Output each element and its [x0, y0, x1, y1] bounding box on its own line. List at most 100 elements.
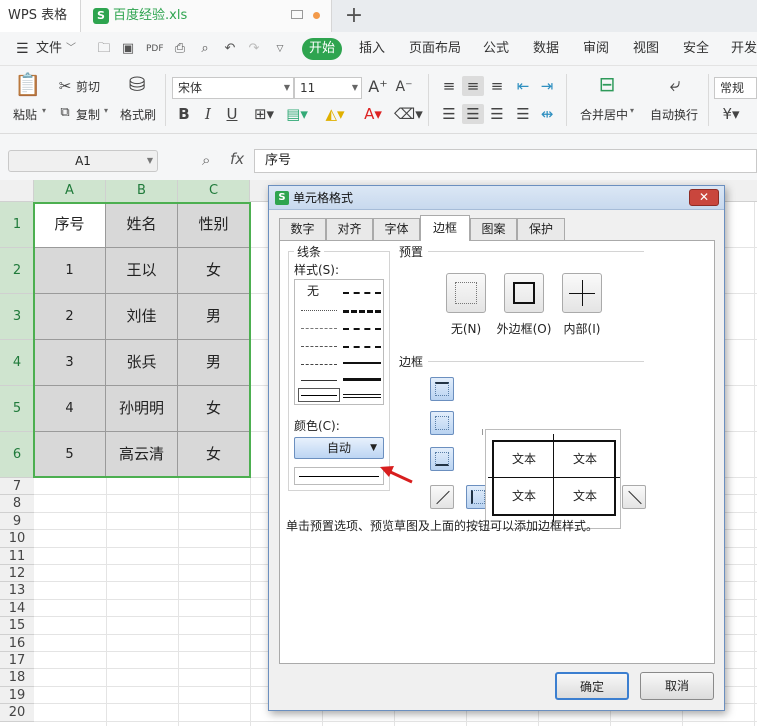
- align-center-icon[interactable]: ☰: [462, 104, 484, 124]
- header-cell[interactable]: 序号: [34, 202, 106, 248]
- fill-color-icon[interactable]: ◭▾: [322, 104, 348, 124]
- border-icon[interactable]: ⊞▾: [252, 104, 276, 124]
- menu-insert[interactable]: 插入: [359, 32, 385, 66]
- column-header-b[interactable]: B: [106, 180, 178, 202]
- table-cell[interactable]: 高云清: [106, 432, 178, 478]
- table-cell[interactable]: 女: [178, 432, 250, 478]
- unsaved-dot-icon[interactable]: [313, 12, 320, 19]
- row-header[interactable]: 19: [0, 686, 34, 705]
- table-cell[interactable]: 3: [34, 340, 106, 386]
- line-style-none[interactable]: 无: [307, 282, 319, 299]
- more-quick-icon[interactable]: ▽: [272, 41, 288, 57]
- tab-border[interactable]: 边框: [420, 215, 470, 241]
- row-header[interactable]: 16: [0, 634, 34, 652]
- tab-number[interactable]: 数字: [279, 218, 326, 240]
- line-style-item[interactable]: [343, 328, 381, 330]
- paste-icon[interactable]: 📋: [14, 75, 42, 102]
- row-header[interactable]: 7: [0, 478, 34, 496]
- row-header[interactable]: 6: [0, 432, 34, 478]
- new-tab-plus-icon[interactable]: +: [342, 2, 366, 30]
- fill-pattern-icon[interactable]: ▤▾: [284, 104, 310, 124]
- close-icon[interactable]: ✕: [689, 189, 719, 206]
- border-top-button[interactable]: [430, 377, 454, 401]
- justify-icon[interactable]: ☰: [512, 104, 534, 124]
- hamburger-icon[interactable]: ☰: [16, 32, 29, 66]
- align-middle-icon[interactable]: ≡: [462, 76, 484, 96]
- paste-button[interactable]: 粘贴: [13, 106, 37, 123]
- select-all-corner[interactable]: [0, 180, 34, 202]
- scissors-icon[interactable]: ✂: [56, 76, 74, 96]
- tab-font[interactable]: 字体: [373, 218, 420, 240]
- line-style-item[interactable]: [301, 328, 337, 329]
- menu-formula[interactable]: 公式: [483, 32, 509, 66]
- menu-developer[interactable]: 开发: [731, 32, 757, 66]
- row-header[interactable]: 1: [0, 202, 34, 248]
- formula-input[interactable]: 序号: [254, 149, 757, 173]
- format-painter-button[interactable]: 格式刷: [120, 106, 156, 123]
- menu-start[interactable]: 开始: [302, 38, 342, 60]
- align-left-icon[interactable]: ☰: [438, 104, 460, 124]
- table-cell[interactable]: 4: [34, 386, 106, 432]
- decrease-font-icon[interactable]: A⁻: [394, 77, 414, 97]
- line-style-item[interactable]: [343, 346, 381, 348]
- row-header[interactable]: 10: [0, 530, 34, 548]
- merge-center-button[interactable]: 合并居中: [580, 106, 628, 123]
- line-style-item[interactable]: [343, 394, 381, 398]
- row-header[interactable]: 20: [0, 704, 34, 722]
- table-cell[interactable]: 5: [34, 432, 106, 478]
- row-header[interactable]: 8: [0, 495, 34, 513]
- align-top-icon[interactable]: ≡: [438, 76, 460, 96]
- table-cell[interactable]: 王以: [106, 248, 178, 294]
- line-style-item[interactable]: [343, 362, 381, 364]
- underline-icon[interactable]: U: [224, 104, 240, 124]
- tab-protection[interactable]: 保护: [517, 218, 565, 240]
- zoom-icon[interactable]: ⌕: [202, 151, 210, 169]
- distribute-icon[interactable]: ⇹: [536, 104, 558, 124]
- save-icon[interactable]: ▣: [120, 41, 136, 57]
- increase-font-icon[interactable]: A⁺: [368, 77, 388, 97]
- monitor-icon[interactable]: [291, 10, 303, 19]
- row-header[interactable]: 17: [0, 652, 34, 670]
- row-header[interactable]: 3: [0, 294, 34, 340]
- menu-page-layout[interactable]: 页面布局: [409, 32, 461, 66]
- bold-icon[interactable]: B: [176, 104, 192, 124]
- table-cell[interactable]: 刘佳: [106, 294, 178, 340]
- preset-inside-button[interactable]: [562, 273, 602, 313]
- chevron-down-icon[interactable]: ﹀: [66, 32, 76, 66]
- table-cell[interactable]: 孙明明: [106, 386, 178, 432]
- row-header[interactable]: 11: [0, 547, 34, 565]
- table-cell[interactable]: 男: [178, 340, 250, 386]
- column-header-a[interactable]: A: [34, 180, 106, 202]
- menu-view[interactable]: 视图: [633, 32, 659, 66]
- ok-button[interactable]: 确定: [555, 672, 629, 700]
- border-diagonal-up-button[interactable]: [430, 485, 454, 509]
- line-style-item[interactable]: [301, 346, 337, 347]
- menu-review[interactable]: 审阅: [583, 32, 609, 66]
- preset-outline-button[interactable]: [504, 273, 544, 313]
- line-style-item[interactable]: [343, 378, 381, 381]
- row-header[interactable]: 13: [0, 582, 34, 600]
- table-cell[interactable]: 张兵: [106, 340, 178, 386]
- copy-dropdown-icon[interactable]: ▾: [104, 106, 108, 115]
- format-painter-icon[interactable]: ⛁: [126, 74, 148, 100]
- currency-icon[interactable]: ¥▾: [716, 104, 746, 124]
- table-cell[interactable]: 男: [178, 294, 250, 340]
- merge-dropdown-icon[interactable]: ▾: [630, 106, 634, 115]
- row-header[interactable]: 5: [0, 386, 34, 432]
- table-cell[interactable]: 女: [178, 248, 250, 294]
- menu-security[interactable]: 安全: [683, 32, 709, 66]
- row-header[interactable]: 12: [0, 565, 34, 583]
- menu-data[interactable]: 数据: [533, 32, 559, 66]
- line-style-item[interactable]: [343, 310, 381, 313]
- merge-center-icon[interactable]: ⊟: [594, 74, 620, 100]
- name-box[interactable]: A1 ▼: [8, 150, 158, 172]
- table-cell[interactable]: 1: [34, 248, 106, 294]
- header-cell[interactable]: 姓名: [106, 202, 178, 248]
- row-header[interactable]: 2: [0, 248, 34, 294]
- line-style-item[interactable]: [301, 380, 337, 381]
- tab-pattern[interactable]: 图案: [470, 218, 517, 240]
- paste-dropdown-icon[interactable]: ▾: [42, 106, 46, 115]
- open-folder-icon[interactable]: 🗀: [96, 41, 112, 57]
- print-preview-icon[interactable]: ⌕: [197, 41, 213, 57]
- row-header[interactable]: 9: [0, 512, 34, 531]
